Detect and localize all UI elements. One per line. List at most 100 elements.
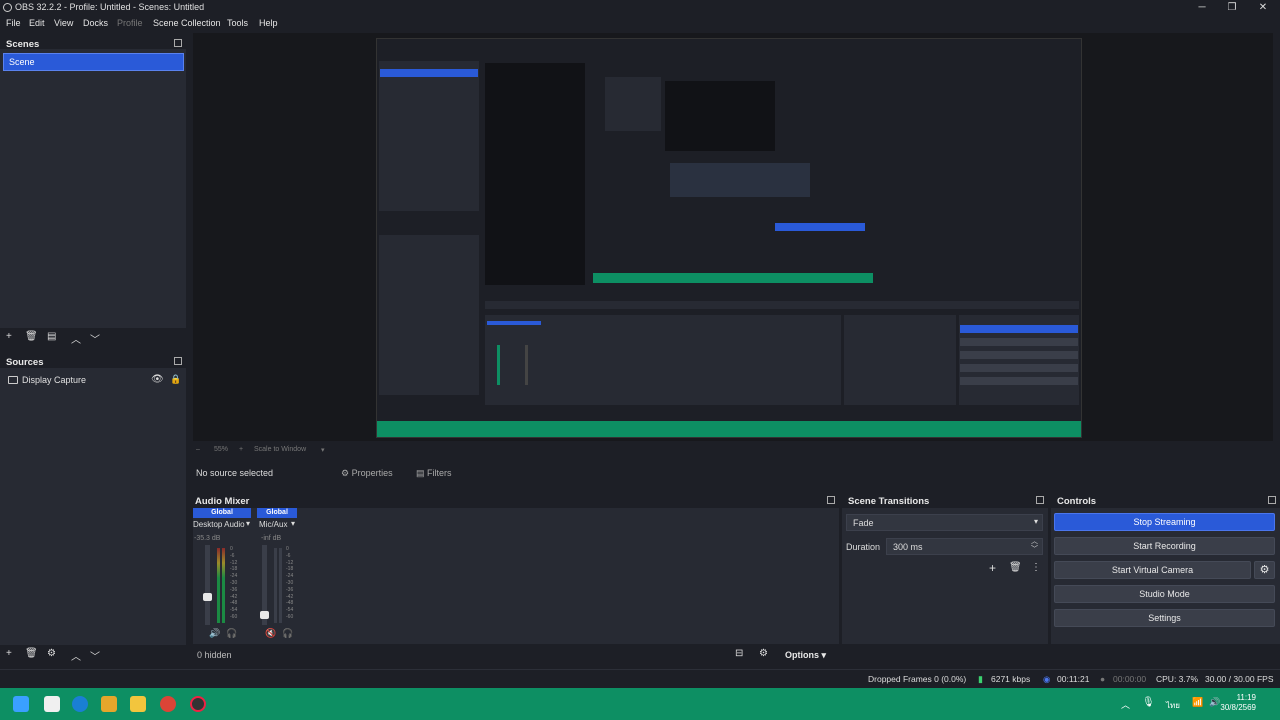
duration-value: 300 ms [893, 542, 923, 552]
stop-streaming-button[interactable]: Stop Streaming [1054, 513, 1275, 531]
menu-scene-collection[interactable]: Scene Collection [153, 18, 221, 28]
close-button[interactable]: ✕ [1248, 0, 1278, 16]
volume-icon[interactable]: 🔊 [1209, 697, 1220, 708]
headphones-icon[interactable]: 🎧 [226, 628, 237, 639]
menu-profile[interactable]: Profile [117, 18, 143, 28]
network-signal-icon: ▮ [978, 674, 983, 684]
minimize-button[interactable]: ─ [1187, 0, 1217, 16]
add-source-icon[interactable]: + [6, 648, 12, 659]
streaming-icon: ◉ [1043, 674, 1051, 684]
properties-button[interactable]: ⚙ Properties [337, 465, 397, 481]
undock-icon[interactable] [174, 39, 182, 47]
options-label: Options [785, 650, 819, 660]
bitrate: 6271 kbps [991, 674, 1031, 684]
restore-button[interactable]: ❐ [1217, 0, 1247, 16]
slider-handle[interactable] [203, 593, 212, 601]
speaker-icon[interactable]: 🔊 [209, 628, 220, 639]
nested-scene-item [380, 69, 478, 77]
nested-taskbar [377, 421, 1081, 437]
clock-date: 30/8/2569 [1220, 703, 1256, 712]
wifi-icon[interactable]: 📶 [1192, 697, 1203, 708]
mic-aux-slider[interactable] [260, 545, 269, 625]
move-up-icon[interactable]: ︿ [71, 648, 81, 663]
move-down-icon[interactable]: ﹀ [90, 331, 100, 346]
properties-label: Properties [351, 468, 393, 478]
menu-file[interactable]: File [6, 18, 21, 28]
zoom-in-button[interactable]: + [239, 446, 243, 453]
mixer-layout-icon[interactable]: ⊟ [735, 648, 743, 659]
headphones-icon[interactable]: 🎧 [282, 628, 293, 639]
studio-mode-button[interactable]: Studio Mode [1054, 585, 1275, 603]
chevron-down-icon[interactable]: ▾ [291, 519, 295, 528]
undock-icon[interactable] [174, 357, 182, 365]
virtual-camera-gear-icon[interactable]: ⚙ [1254, 561, 1275, 579]
desktop-audio-global-badge: Global [193, 508, 251, 518]
cpu-usage: CPU: 3.7% [1156, 674, 1199, 684]
windows-start-icon[interactable] [13, 696, 29, 712]
visibility-eye-icon[interactable]: 👁 [151, 374, 164, 385]
edge-browser-icon[interactable] [72, 696, 88, 712]
scene-list-item[interactable]: Scene [3, 53, 184, 71]
menu-help[interactable]: Help [259, 18, 278, 28]
remove-transition-icon[interactable]: 🗑 [1009, 562, 1022, 573]
taskbar-app-icon[interactable] [101, 696, 117, 712]
scene-filters-icon[interactable]: ▤ [47, 331, 56, 342]
add-transition-icon[interactable]: + [989, 561, 996, 575]
menu-edit[interactable]: Edit [29, 18, 45, 28]
desktop-audio-slider[interactable] [203, 545, 212, 625]
menu-tools[interactable]: Tools [227, 18, 248, 28]
zoom-out-button[interactable]: – [196, 446, 200, 453]
undock-icon[interactable] [1036, 496, 1044, 504]
move-up-icon[interactable]: ︿ [71, 331, 81, 346]
move-down-icon[interactable]: ﹀ [90, 648, 100, 663]
remove-scene-icon[interactable]: 🗑 [25, 331, 38, 342]
advanced-audio-gear-icon[interactable]: ⚙ [759, 648, 768, 659]
taskbar-clock[interactable]: 11:19 30/8/2569 [1220, 693, 1256, 713]
obs-taskbar-icon[interactable] [190, 696, 206, 712]
spin-arrows-icon[interactable]: ︿ ﹀ [1031, 538, 1038, 554]
scale-mode-select[interactable]: Scale to Window [254, 446, 306, 453]
source-list-item[interactable]: Display Capture 👁 🔒 [7, 374, 184, 388]
recording-icon: ● [1100, 674, 1106, 684]
mic-aux-meter-left [274, 548, 277, 623]
slider-handle[interactable] [260, 611, 269, 619]
start-recording-button[interactable]: Start Recording [1054, 537, 1275, 555]
chevron-down-icon[interactable]: ▾ [246, 519, 250, 528]
duration-spinbox[interactable]: 300 ms ︿ ﹀ [886, 538, 1043, 555]
muted-speaker-icon[interactable]: 🔇 [265, 628, 276, 639]
input-language[interactable]: ไทย [1166, 699, 1180, 712]
undock-icon[interactable] [827, 496, 835, 504]
menu-docks[interactable]: Docks [83, 18, 108, 28]
chrome-icon[interactable] [160, 696, 176, 712]
file-explorer-icon[interactable] [130, 696, 146, 712]
remove-source-icon[interactable]: 🗑 [25, 648, 38, 659]
source-properties-gear-icon[interactable]: ⚙ [47, 648, 56, 659]
fps: 30.00 / 30.00 FPS [1205, 674, 1274, 684]
lock-icon[interactable]: 🔒 [170, 374, 181, 385]
dropped-frames: Dropped Frames 0 (0.0%) [868, 674, 967, 684]
menu-view[interactable]: View [54, 18, 73, 28]
settings-button[interactable]: Settings [1054, 609, 1275, 627]
chevron-up-icon[interactable]: ︿ [1121, 698, 1130, 711]
no-source-label: No source selected [196, 468, 274, 478]
undock-icon[interactable] [1268, 496, 1276, 504]
mixer-title: Audio Mixer [195, 496, 250, 507]
chevron-down-icon: ▾ [1033, 517, 1038, 526]
hidden-count-label[interactable]: 0 hidden [197, 650, 232, 660]
clock-time: 11:19 [1236, 693, 1256, 702]
add-scene-icon[interactable]: + [6, 331, 12, 342]
start-virtual-camera-button[interactable]: Start Virtual Camera [1054, 561, 1251, 579]
transition-select[interactable]: Fade ▾ [846, 514, 1043, 531]
nested-scenes [379, 61, 479, 211]
nested-title [377, 39, 1081, 51]
sources-list [0, 368, 186, 645]
options-button[interactable]: Options ▾ [785, 650, 826, 661]
obs-logo-icon [3, 3, 12, 12]
transition-menu-icon[interactable]: ⋮ [1031, 562, 1041, 573]
chevron-down-icon[interactable]: ▾ [321, 446, 325, 454]
filters-button[interactable]: ▤ Filters [412, 465, 456, 481]
desktop-audio-name[interactable]: Desktop Audio [193, 520, 245, 529]
mic-aux-name[interactable]: Mic/Aux [259, 520, 287, 529]
taskbar-app-icon[interactable] [44, 696, 60, 712]
microphone-icon[interactable]: 🎙 [1142, 697, 1155, 708]
